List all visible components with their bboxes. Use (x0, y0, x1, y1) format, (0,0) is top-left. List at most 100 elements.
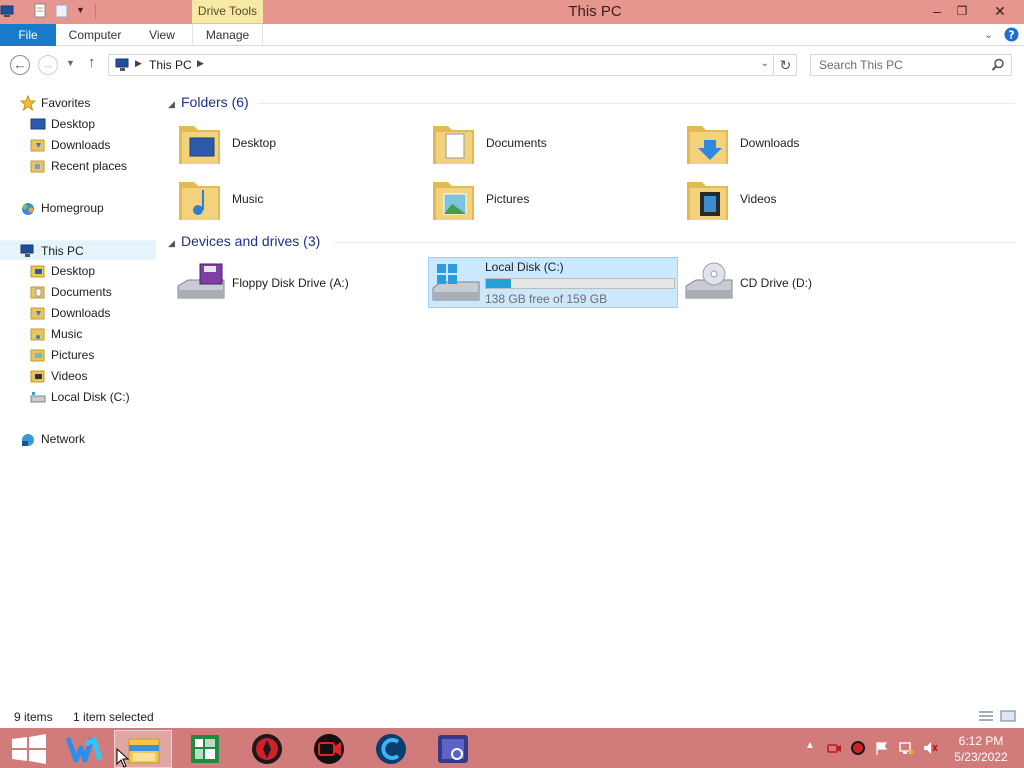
navigation-pane: Favorites Desktop Downloads Recent place… (0, 84, 158, 704)
system-menu-icon[interactable] (0, 3, 16, 19)
documents-folder-icon (430, 118, 478, 171)
floppy-drive-icon (176, 260, 226, 309)
folder-tile-desktop[interactable]: Desktop (176, 118, 426, 168)
nav-favorites-downloads[interactable]: Downloads (30, 135, 150, 155)
nav-pc-videos[interactable]: Videos (30, 366, 150, 386)
tab-file[interactable]: File (0, 24, 56, 46)
close-button[interactable]: ✕ (984, 0, 1016, 22)
folder-tile-music[interactable]: Music (176, 174, 426, 224)
group-divider (258, 103, 1016, 104)
nav-pc-desktop[interactable]: Desktop (30, 261, 150, 281)
folders-group-header[interactable]: ◢ Folders (6) (168, 94, 249, 114)
writer-app-icon (65, 736, 103, 763)
devices-group-header[interactable]: ◢ Devices and drives (3) (168, 233, 320, 253)
nav-pc-music[interactable]: Music (30, 324, 150, 344)
window-title: This PC (568, 3, 622, 20)
back-button[interactable]: ← (10, 55, 30, 75)
videos-folder-icon (30, 369, 46, 383)
nav-pc-pictures[interactable]: Pictures (30, 345, 150, 365)
nav-pc-local-disk[interactable]: Local Disk (C:) (30, 387, 150, 407)
tab-view[interactable]: View (140, 24, 184, 46)
videos-folder-icon (684, 174, 732, 227)
this-pc-icon (115, 58, 131, 75)
pictures-folder-icon (30, 348, 46, 362)
properties-icon[interactable] (32, 3, 48, 19)
address-row: ← → ▼ ↑ ▶ This PC ▶ ⌄ ↻ Search This PC (0, 46, 1024, 84)
pictures-folder-icon (430, 174, 478, 227)
recorder-tray-icon[interactable] (826, 740, 842, 756)
forward-button[interactable]: → (38, 55, 58, 75)
svg-text:?: ? (1008, 29, 1014, 42)
expand-ribbon-icon[interactable]: ⌄ (984, 28, 993, 41)
selection-count: 1 item selected (73, 710, 154, 724)
recent-locations-dropdown[interactable]: ▼ (66, 58, 75, 68)
search-input[interactable]: Search This PC (810, 54, 1012, 76)
drive-tile-local-disk[interactable]: Local Disk (C:) 138 GB free of 159 GB (428, 257, 678, 308)
music-folder-icon (30, 327, 46, 341)
drive-tile-floppy[interactable]: Floppy Disk Drive (A:) (176, 258, 426, 308)
details-view-icon[interactable] (978, 710, 994, 725)
up-button[interactable]: ↑ (88, 54, 96, 71)
folder-tile-pictures[interactable]: Pictures (430, 174, 680, 224)
mouse-cursor-icon (116, 747, 130, 768)
network-tray-icon[interactable] (898, 740, 914, 756)
downloads-folder-icon (30, 138, 46, 152)
clock-date: 5/23/2022 (954, 750, 1008, 764)
tab-manage[interactable]: Manage (192, 24, 263, 46)
free-space-text: 138 GB free of 159 GB (485, 292, 608, 306)
documents-folder-icon (30, 285, 46, 299)
folder-tile-documents[interactable]: Documents (430, 118, 680, 168)
drive-tile-cd[interactable]: CD Drive (D:) (684, 258, 934, 308)
nav-favorites[interactable]: Favorites (19, 93, 150, 113)
recent-places-icon (30, 159, 46, 173)
desktop-icon (30, 117, 46, 131)
antivirus-app[interactable] (238, 730, 296, 768)
nav-network[interactable]: Network (20, 429, 150, 449)
large-icons-view-icon[interactable] (1000, 710, 1016, 725)
antivirus-tray-icon[interactable] (850, 740, 866, 756)
drive-tools-group: Drive Tools (192, 0, 263, 24)
breadcrumb-separator-icon[interactable]: ▶ (135, 58, 142, 69)
spreadsheet-app[interactable] (176, 730, 234, 768)
taskbar: ▲ 6:12 PM 5/23/2022 (0, 728, 1024, 768)
new-folder-icon[interactable] (54, 3, 70, 19)
folder-tile-downloads[interactable]: Downloads (684, 118, 934, 168)
screenshot-tool-app[interactable] (424, 730, 482, 768)
breadcrumb-this-pc[interactable]: This PC (149, 58, 192, 72)
address-bar[interactable]: ▶ This PC ▶ ⌄ (108, 54, 774, 76)
ccleaner-icon (376, 734, 406, 764)
nav-pc-downloads[interactable]: Downloads (30, 303, 150, 323)
customize-toolbar-icon[interactable]: ▼ (76, 5, 85, 21)
action-center-flag-icon[interactable] (874, 740, 890, 756)
hard-disk-icon (30, 390, 46, 404)
screen-recorder-app[interactable] (300, 730, 358, 768)
ribbon-tabs: File Computer View Manage ⌄ ? (0, 24, 1024, 46)
nav-this-pc[interactable]: This PC (0, 240, 156, 260)
writer-app[interactable] (56, 730, 114, 768)
search-icon[interactable] (991, 58, 1005, 75)
system-clock[interactable]: 6:12 PM 5/23/2022 (946, 733, 1016, 765)
nav-homegroup[interactable]: Homegroup (20, 198, 150, 218)
collapse-icon: ◢ (168, 238, 175, 248)
search-placeholder: Search This PC (819, 58, 903, 72)
storage-usage-fill (486, 279, 511, 288)
group-divider (334, 242, 1016, 243)
storage-usage-bar (485, 278, 675, 289)
show-hidden-icons-icon[interactable]: ▲ (802, 740, 818, 756)
restore-button[interactable]: ❐ (946, 0, 978, 22)
nav-favorites-desktop[interactable]: Desktop (30, 114, 150, 134)
start-button[interactable] (0, 730, 58, 768)
folder-tile-videos[interactable]: Videos (684, 174, 934, 224)
nav-favorites-recent-places[interactable]: Recent places (30, 156, 150, 176)
tab-computer[interactable]: Computer (62, 24, 128, 46)
refresh-button[interactable]: ↻ (775, 54, 797, 76)
content-pane: ◢ Folders (6) Desktop Documents Downloads (162, 84, 1024, 704)
ccleaner-app[interactable] (362, 730, 420, 768)
volume-muted-icon[interactable] (922, 740, 938, 756)
screenshot-tool-icon (438, 735, 468, 763)
address-dropdown-icon[interactable]: ⌄ (761, 58, 769, 69)
breadcrumb-chevron-icon[interactable]: ▶ (197, 58, 204, 69)
nav-pc-documents[interactable]: Documents (30, 282, 150, 302)
status-bar: 9 items 1 item selected (0, 704, 1024, 728)
help-icon[interactable]: ? (1004, 27, 1019, 45)
